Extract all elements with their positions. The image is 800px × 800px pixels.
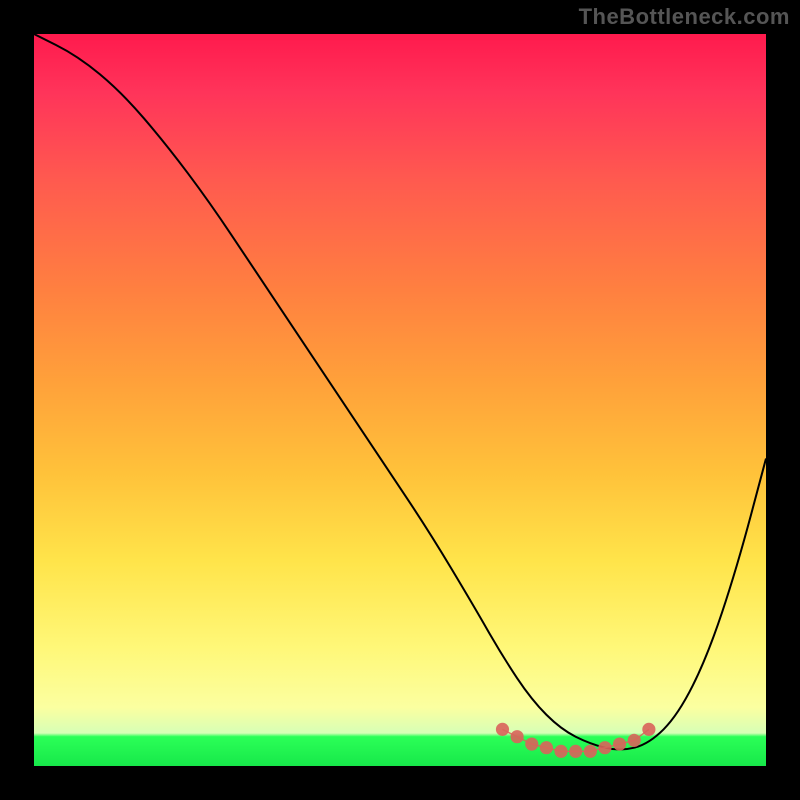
watermark-text: TheBottleneck.com — [579, 4, 790, 30]
optimal-marker-dot — [496, 723, 509, 736]
optimal-marker-dot — [628, 734, 641, 747]
optimal-marker-dot — [613, 737, 626, 750]
optimal-marker-dot — [554, 745, 567, 758]
optimal-range-markers — [34, 34, 766, 766]
chart-frame: TheBottleneck.com — [0, 0, 800, 800]
optimal-marker-dot — [642, 723, 655, 736]
optimal-marker-dot — [569, 745, 582, 758]
plot-area — [34, 34, 766, 766]
optimal-marker-dot — [598, 741, 611, 754]
optimal-marker-dot — [511, 730, 524, 743]
optimal-marker-dot — [584, 745, 597, 758]
optimal-marker-dot — [525, 737, 538, 750]
optimal-marker-dot — [540, 741, 553, 754]
